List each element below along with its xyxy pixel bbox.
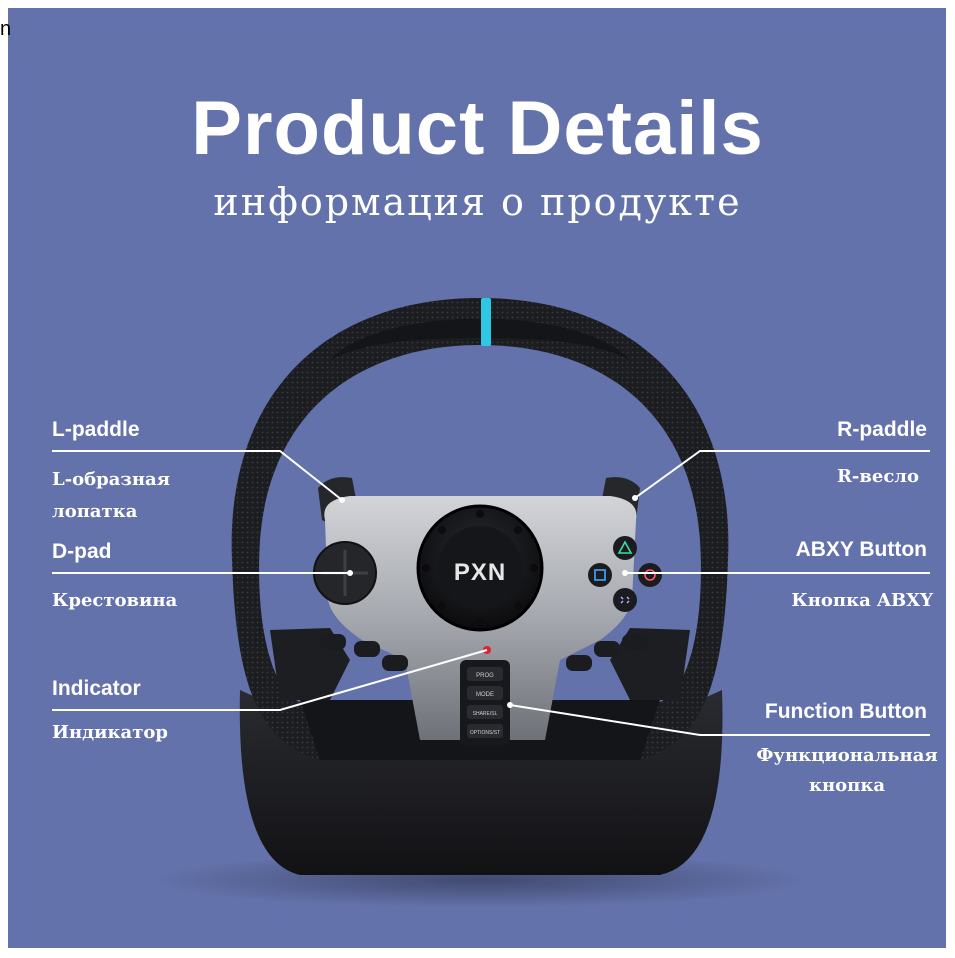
right-aux-button-1[interactable] [566,655,592,671]
share-label: SHARE/SL [473,711,498,717]
pxn-logo: PXN [454,559,506,586]
abxy-label: ABXY Button [795,538,927,561]
right-aux-button-2[interactable] [594,641,620,657]
dpad-callout-dot [347,570,353,576]
right-lower-spoke [610,628,690,700]
abxy-ru-label: Кнопка ABXY [791,590,933,611]
r-paddle-callout-dot [632,495,638,501]
dpad-label: D-pad [52,540,112,563]
indicator-ru-label: Индикатор [52,722,168,743]
l-paddle-label: L-paddle [52,418,140,441]
left-aux-button-2[interactable] [354,641,380,657]
cross-button[interactable] [613,588,637,612]
function-ru-line2: кнопка [808,775,886,796]
r-paddle-ru-label: R-весло [836,466,919,487]
l-paddle-ru-line2: лопатка [52,501,138,522]
l-paddle-callout-dot [339,497,345,503]
r-paddle-label: R-paddle [837,418,927,441]
mode-label: MODE [476,692,494,698]
function-label: Function Button [764,700,927,723]
left-aux-button-3[interactable] [382,655,408,671]
triangle-button[interactable] [613,536,637,560]
options-label: OPTIONS/ST [470,730,500,736]
indicator-label: Indicator [52,677,141,700]
prog-label: PROG [476,673,494,679]
l-paddle-ru-line1: L-образная [52,469,171,490]
top-center-stripe [481,298,491,346]
right-aux-button-3[interactable] [622,634,648,650]
function-ru-line1: Функциональная [756,745,938,766]
dpad-ru-label: Крестовина [52,590,178,611]
square-button[interactable] [588,563,612,587]
circle-button[interactable] [638,563,662,587]
left-aux-button-1[interactable] [320,634,346,650]
abxy-callout-dot [622,570,628,576]
function-callout-dot [507,702,513,708]
